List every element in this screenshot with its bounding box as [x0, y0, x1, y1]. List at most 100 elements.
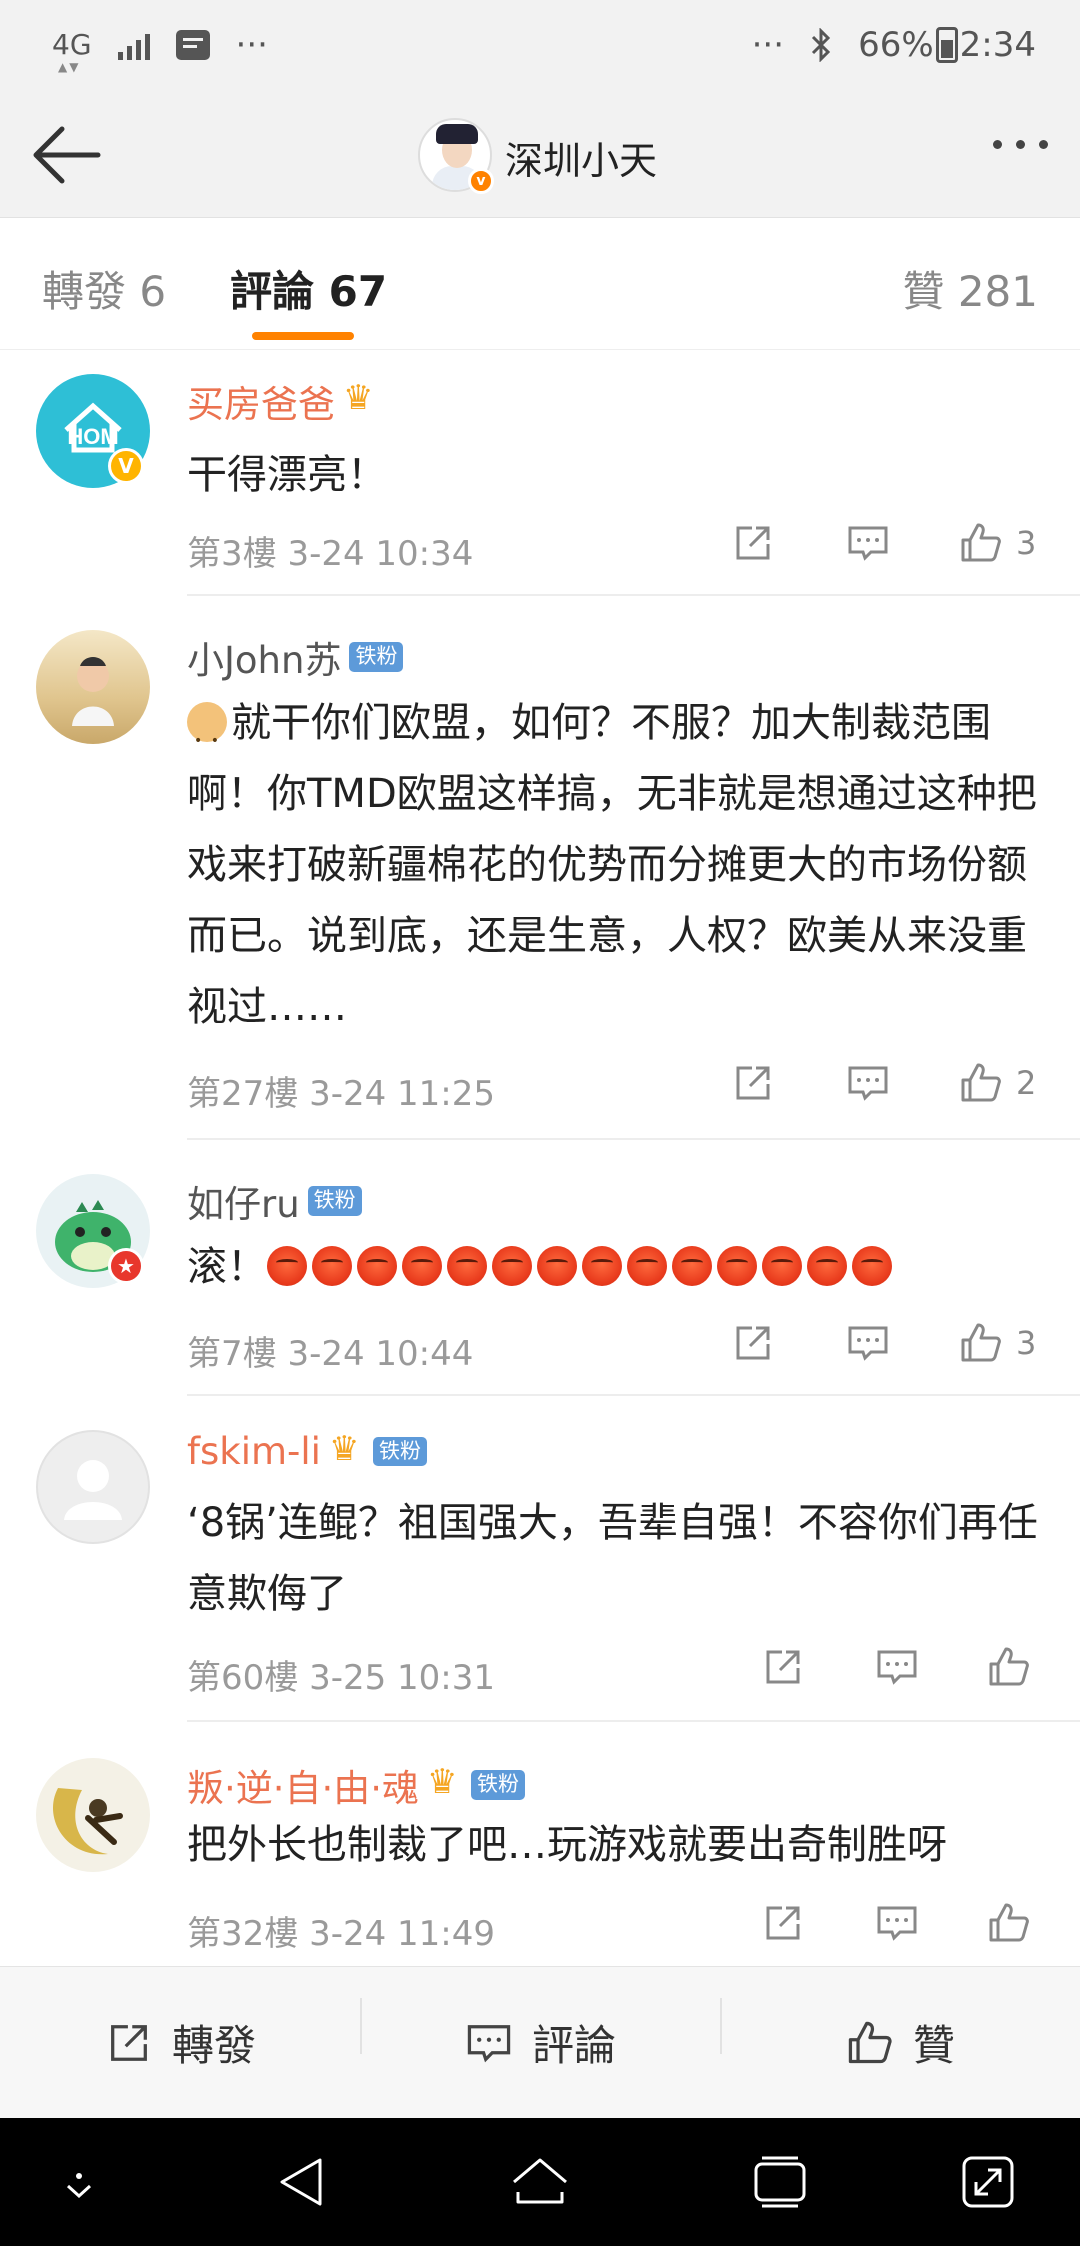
commenter-name[interactable]: 小John苏: [187, 630, 341, 684]
recents-nav-icon[interactable]: [752, 2152, 808, 2212]
comment-item: 小John苏 铁粉 就干你们欧盟，如何？不服？加大制裁范围啊！你TMD欧盟这样搞…: [0, 596, 1080, 1140]
more-dots-icon[interactable]: [993, 140, 1048, 149]
commenter-name-row: fskim-li 铁粉: [187, 1429, 427, 1473]
crown-badge-icon: [343, 378, 379, 418]
comment-text: ‘8锅’连鲲？祖国强大，吾辈自强！不容你们再任意欺侮了: [187, 1500, 1038, 1617]
hide-nav-icon[interactable]: [62, 2168, 96, 2202]
share-button[interactable]: [760, 1900, 806, 1946]
like-button[interactable]: [986, 1644, 1044, 1690]
bottom-like-button[interactable]: 贊: [720, 1998, 1080, 2073]
thumbs-up-icon: [961, 1323, 1001, 1362]
commenter-name[interactable]: fskim-li: [187, 1430, 321, 1473]
commenter-avatar[interactable]: [36, 1758, 150, 1872]
system-nav-bar: [0, 2118, 1080, 2246]
angry-emoji-icon: [402, 1246, 442, 1286]
like-count: 2: [1016, 1064, 1037, 1102]
share-icon: [766, 1906, 800, 1940]
battery-percent: 66%: [858, 25, 934, 65]
bottom-comment-button[interactable]: 評論: [360, 1998, 720, 2073]
comment-icon: [848, 526, 888, 561]
reply-button[interactable]: [845, 1320, 891, 1366]
like-button[interactable]: 3: [958, 520, 1036, 566]
comment-meta: 第3樓 3-24 10:34: [187, 534, 474, 574]
bottom-comment-label: 評論: [531, 2021, 616, 2070]
reply-button[interactable]: [874, 1644, 920, 1690]
commenter-name-row: 小John苏 铁粉: [187, 630, 404, 684]
clock: 2:34: [959, 25, 1036, 65]
bottom-repost-button[interactable]: 轉發: [0, 2012, 360, 2073]
share-icon: [736, 1066, 770, 1100]
screenshot-nav-icon[interactable]: [960, 2152, 1016, 2212]
like-button[interactable]: [986, 1900, 1044, 1946]
comment-meta: 第32樓 3-24 11:49: [187, 1914, 496, 1954]
fan-badge: 铁粉: [372, 1436, 427, 1467]
comment-icon: [467, 2024, 511, 2062]
fan-badge: 铁粉: [307, 1186, 362, 1216]
bottom-like-label: 贊: [912, 2021, 955, 2070]
like-count: 3: [1016, 1324, 1037, 1362]
angry-emoji-icon: [447, 1246, 487, 1286]
bluetooth-icon: [812, 28, 831, 62]
back-arrow-icon[interactable]: [26, 120, 106, 190]
back-nav-icon[interactable]: [276, 2152, 326, 2212]
share-icon: [111, 2024, 147, 2061]
verified-icon: V: [108, 448, 144, 484]
angry-emoji-row: [267, 1244, 897, 1290]
commenter-avatar[interactable]: [36, 630, 150, 744]
tab-repost[interactable]: 轉發 6: [42, 258, 166, 319]
thumbs-up-icon: [961, 1063, 1001, 1102]
share-button[interactable]: [760, 1644, 806, 1690]
network-type: 4G: [52, 31, 92, 74]
status-bar: 4G ··· ··· 66% 2:34: [0, 0, 1080, 90]
commenter-name-row: 买房爸爸: [187, 374, 379, 428]
angry-emoji-icon: [537, 1246, 577, 1286]
fan-badge: 铁粉: [349, 642, 404, 672]
commenter-name-row: 叛·逆·自·由·魂 铁粉: [187, 1758, 526, 1812]
svg-text:HOM: HOM: [67, 424, 118, 449]
reply-button[interactable]: [845, 1060, 891, 1106]
commenter-name[interactable]: 叛·逆·自·由·魂: [187, 1758, 419, 1812]
comment-item: HOM V 买房爸爸 干得漂亮！ 第3樓 3-24 10:34 3: [0, 350, 1080, 596]
page-title[interactable]: 深圳小天: [505, 130, 657, 185]
top-header: v 深圳小天: [0, 90, 1080, 218]
tab-bar: 轉發 6 評論 67 贊 281: [0, 218, 1080, 350]
comment-item: 叛·逆·自·由·魂 铁粉 把外长也制裁了吧…玩游戏就要出奇制胜呀 第32樓 3-…: [0, 1722, 1080, 1966]
comment-body: 滚！: [187, 1232, 1047, 1303]
commenter-name[interactable]: 买房爸爸: [187, 374, 335, 428]
angry-emoji-icon: [357, 1246, 397, 1286]
like-button[interactable]: 3: [958, 1320, 1036, 1366]
home-nav-icon[interactable]: [510, 2152, 570, 2212]
share-icon: [736, 1326, 770, 1360]
comment-text: 滚！: [187, 1244, 267, 1290]
baby-photo-icon: [72, 657, 114, 726]
comment-meta: 第60樓 3-25 10:31: [187, 1658, 496, 1698]
battery-icon: [935, 27, 958, 63]
share-button[interactable]: [730, 1320, 776, 1366]
angry-emoji-icon: [717, 1246, 757, 1286]
reply-button[interactable]: [874, 1900, 920, 1946]
moon-warrior-icon: [53, 1788, 123, 1855]
share-button[interactable]: [730, 1060, 776, 1106]
reply-button[interactable]: [845, 520, 891, 566]
verified-icon: v: [468, 168, 494, 194]
thumbs-up-icon: [989, 1903, 1029, 1942]
tab-comments[interactable]: 評論 67: [230, 258, 387, 319]
tab-likes[interactable]: 贊 281: [902, 258, 1038, 319]
comment-icon: [877, 1650, 917, 1685]
share-icon: [766, 1650, 800, 1684]
angry-emoji-icon: [627, 1246, 667, 1286]
comment-text: 把外长也制裁了吧…玩游戏就要出奇制胜呀: [187, 1822, 947, 1868]
bottom-action-bar: 轉發 評論 贊: [0, 1966, 1080, 2118]
comment-icon: [877, 1906, 917, 1941]
like-button[interactable]: 2: [958, 1060, 1036, 1106]
commenter-avatar[interactable]: [36, 1430, 150, 1544]
comment-body: 就干你们欧盟，如何？不服？加大制裁范围啊！你TMD欧盟这样搞，无非就是想通过这种…: [187, 688, 1047, 1043]
comment-icon: [848, 1326, 888, 1361]
star-badge-icon: ★: [108, 1248, 144, 1284]
commenter-name[interactable]: 如仔ru: [187, 1174, 300, 1228]
share-button[interactable]: [730, 520, 776, 566]
like-count: 3: [1016, 524, 1037, 562]
active-tab-indicator: [252, 332, 354, 340]
share-icon: [736, 526, 770, 560]
angry-emoji-icon: [492, 1246, 532, 1286]
